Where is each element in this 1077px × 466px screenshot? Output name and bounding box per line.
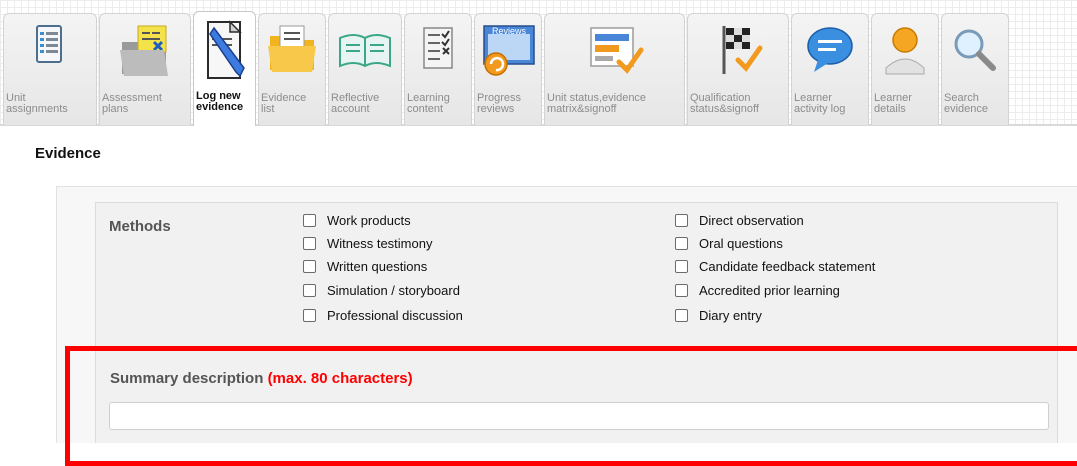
max-characters-hint: (max. 80 characters) xyxy=(267,370,413,387)
learning-content-icon xyxy=(418,20,458,85)
method-professional-discussion[interactable]: Professional discussion xyxy=(303,307,463,323)
checkbox-label: Simulation / storyboard xyxy=(327,282,460,298)
tab-label: Learner details xyxy=(874,92,912,115)
checkbox[interactable] xyxy=(675,259,688,273)
svg-text:Reviews: Reviews xyxy=(492,26,527,36)
checkbox[interactable] xyxy=(303,213,316,227)
checkbox[interactable] xyxy=(675,236,688,250)
method-diary-entry[interactable]: Diary entry xyxy=(675,307,762,323)
method-simulation-storyboard[interactable]: Simulation / storyboard xyxy=(303,282,460,298)
summary-description-label: Summary description (max. 80 characters) xyxy=(110,370,413,387)
method-written-questions[interactable]: Written questions xyxy=(303,258,427,274)
reflective-account-icon xyxy=(334,20,396,85)
checkbox[interactable] xyxy=(303,259,316,273)
tab-label: Progress reviews xyxy=(477,92,522,115)
summary-label-text: Summary description xyxy=(110,370,264,387)
learner-activity-log-icon xyxy=(802,20,858,85)
qualification-status-icon xyxy=(708,20,768,85)
tab-progress-reviews[interactable]: Reviews Progress reviews xyxy=(474,13,542,125)
method-accredited-prior-learning[interactable]: Accredited prior learning xyxy=(675,282,840,298)
toolbar: Unit assignments Assessment plans Log ne… xyxy=(0,0,1077,126)
tab-label: Learner activity log xyxy=(794,92,846,115)
method-candidate-feedback-statement[interactable]: Candidate feedback statement xyxy=(675,258,875,274)
method-direct-observation[interactable]: Direct observation xyxy=(675,212,804,228)
checkbox[interactable] xyxy=(675,283,688,297)
page-title: Evidence xyxy=(35,145,101,162)
method-oral-questions[interactable]: Oral questions xyxy=(675,235,783,251)
tab-label: Reflective account xyxy=(331,92,380,115)
tab-label: Qualification status&signoff xyxy=(690,92,759,115)
tab-assessment-plans[interactable]: Assessment plans xyxy=(99,13,191,125)
learner-details-icon xyxy=(880,20,930,85)
checkbox[interactable] xyxy=(303,308,316,322)
log-new-evidence-icon xyxy=(200,18,250,89)
checkbox-label: Candidate feedback statement xyxy=(699,258,876,274)
tab-label: Unit status,evidence matrix&signoff xyxy=(547,92,647,115)
checkbox-label: Accredited prior learning xyxy=(699,282,840,298)
checkbox-label: Witness testimony xyxy=(327,235,433,251)
unit-assignments-icon xyxy=(27,20,73,87)
tab-label: Learning content xyxy=(407,92,450,115)
method-witness-testimony[interactable]: Witness testimony xyxy=(303,235,432,251)
checkbox-label: Work products xyxy=(327,212,411,228)
methods-label: Methods xyxy=(109,218,171,235)
tab-qualification-status[interactable]: Qualification status&signoff xyxy=(687,13,789,125)
tab-label: Assessment plans xyxy=(102,92,162,115)
checkbox[interactable] xyxy=(303,283,316,297)
tab-learner-activity-log[interactable]: Learner activity log xyxy=(791,13,869,125)
unit-status-icon xyxy=(585,20,645,85)
checkbox[interactable] xyxy=(303,236,316,250)
checkbox-label: Direct observation xyxy=(699,212,804,228)
checkbox[interactable] xyxy=(675,308,688,322)
tab-unit-assignments[interactable]: Unit assignments xyxy=(3,13,97,125)
progress-reviews-icon: Reviews xyxy=(478,20,538,85)
search-evidence-icon xyxy=(947,20,1003,85)
tab-evidence-list[interactable]: Evidence list xyxy=(258,13,326,125)
checkbox-label: Oral questions xyxy=(699,235,783,251)
tab-label: Search evidence xyxy=(944,92,989,115)
tab-label: Evidence list xyxy=(261,92,307,115)
tab-search-evidence[interactable]: Search evidence xyxy=(941,13,1009,125)
method-work-products[interactable]: Work products xyxy=(303,212,411,228)
tab-log-new-evidence[interactable]: Log new evidence xyxy=(193,11,256,126)
tab-label: Log new evidence xyxy=(196,90,244,113)
checkbox[interactable] xyxy=(675,213,688,227)
checkbox-label: Diary entry xyxy=(699,307,762,323)
tab-learning-content[interactable]: Learning content xyxy=(404,13,472,125)
tab-learner-details[interactable]: Learner details xyxy=(871,13,939,125)
tab-label: Unit assignments xyxy=(6,92,68,115)
tab-unit-status[interactable]: Unit status,evidence matrix&signoff xyxy=(544,13,685,125)
summary-description-input[interactable] xyxy=(109,402,1049,430)
tab-reflective-account[interactable]: Reflective account xyxy=(328,13,402,125)
checkbox-label: Written questions xyxy=(327,258,428,274)
assessment-plans-icon xyxy=(114,20,176,87)
evidence-list-icon xyxy=(264,20,320,85)
checkbox-label: Professional discussion xyxy=(327,307,463,323)
